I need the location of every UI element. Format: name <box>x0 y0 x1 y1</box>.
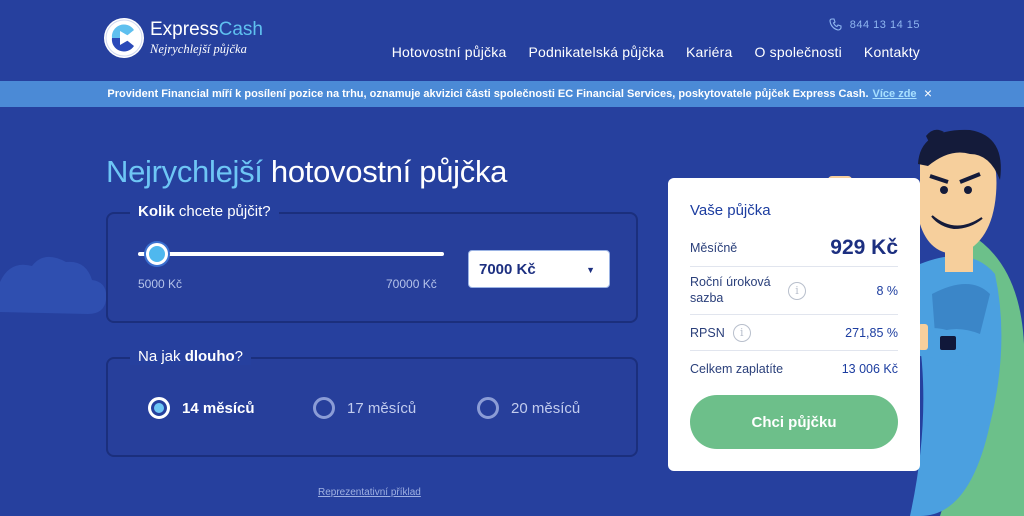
logo-name: ExpressCash <box>150 19 263 41</box>
cloud-decoration <box>0 256 107 314</box>
main-nav: Hotovostní půjčka Podnikatelská půjčka K… <box>392 44 920 60</box>
nav-item-kontakty[interactable]: Kontakty <box>864 44 920 60</box>
interest-rate-value: 8 % <box>876 283 898 298</box>
close-icon[interactable]: × <box>924 85 932 101</box>
monthly-label: Měsíčně <box>690 241 738 255</box>
logo-tagline: Nejrychlejší půjčka <box>150 42 247 57</box>
duration-option-20[interactable]: 20 měsíců <box>477 397 580 419</box>
notice-more-link[interactable]: Více zde <box>873 88 917 100</box>
phone-contact[interactable]: 844 13 14 15 <box>829 18 920 31</box>
duration-option-14[interactable]: 14 měsíců <box>148 397 255 419</box>
page-title: Nejrychlejší hotovostní půjčka <box>106 154 508 189</box>
loan-summary-card: Vaše půjčka Měsíčně 929 Kč Roční úroková… <box>668 178 920 471</box>
info-icon[interactable]: i <box>788 281 806 300</box>
logo-play-icon <box>104 18 144 58</box>
rpsn-value: 271,85 % <box>845 325 898 340</box>
rpsn-row: RPSN i 271,85 % <box>690 314 898 350</box>
phone-icon <box>829 18 842 31</box>
amount-select-value: 7000 Kč <box>479 260 536 278</box>
amount-slider-handle[interactable] <box>146 243 169 265</box>
amount-slider-track[interactable] <box>138 252 444 256</box>
amount-panel: Kolik chcete půjčit? 5000 Kč 70000 Kč 70… <box>106 203 638 323</box>
amount-panel-title: Kolik chcete půjčit? <box>130 203 279 220</box>
interest-rate-row: Roční úroková sazba i 8 % <box>690 266 898 314</box>
logo[interactable]: ExpressCash Nejrychlejší půjčka <box>104 18 263 58</box>
radio-button-icon <box>477 397 499 419</box>
radio-button-icon <box>313 397 335 419</box>
monthly-row: Měsíčně 929 Kč <box>690 226 898 270</box>
site-header: ExpressCash Nejrychlejší půjčka 844 13 1… <box>0 0 1024 81</box>
nav-item-hotovostni-pujcka[interactable]: Hotovostní půjčka <box>392 44 507 60</box>
duration-panel-title: Na jak dlouho? <box>130 348 252 365</box>
notice-text: Provident Financial míří k posílení pozi… <box>107 88 869 100</box>
total-value: 13 006 Kč <box>841 361 898 376</box>
phone-number: 844 13 14 15 <box>849 18 920 31</box>
slider-max-label: 70000 Kč <box>386 277 437 291</box>
nav-item-kariera[interactable]: Kariéra <box>686 44 733 60</box>
nav-item-o-spolecnosti[interactable]: O společnosti <box>755 44 842 60</box>
amount-select[interactable]: 7000 Kč ▼ <box>468 250 610 288</box>
monthly-value: 929 Kč <box>830 236 898 259</box>
card-title: Vaše půjčka <box>690 202 771 219</box>
nav-item-podnikatelska-pujcka[interactable]: Podnikatelská půjčka <box>528 44 664 60</box>
representative-example-link[interactable]: Reprezentativní příklad <box>318 487 421 498</box>
interest-rate-label: Roční úroková sazba <box>690 274 771 305</box>
info-icon[interactable]: i <box>732 323 751 342</box>
chevron-down-icon: ▼ <box>586 265 595 275</box>
slider-min-label: 5000 Kč <box>138 277 183 291</box>
notice-bar: Provident Financial míří k posílení pozi… <box>0 81 1024 107</box>
duration-panel: Na jak dlouho? 14 měsíců 17 měsíců 20 mě… <box>106 348 638 457</box>
radio-button-icon <box>148 397 170 419</box>
total-label: Celkem zaplatíte <box>690 361 784 376</box>
total-row: Celkem zaplatíte 13 006 Kč <box>690 350 898 386</box>
duration-option-17[interactable]: 17 měsíců <box>313 397 416 419</box>
apply-loan-button[interactable]: Chci půjčku <box>690 395 898 449</box>
rpsn-label: RPSN <box>690 325 725 340</box>
